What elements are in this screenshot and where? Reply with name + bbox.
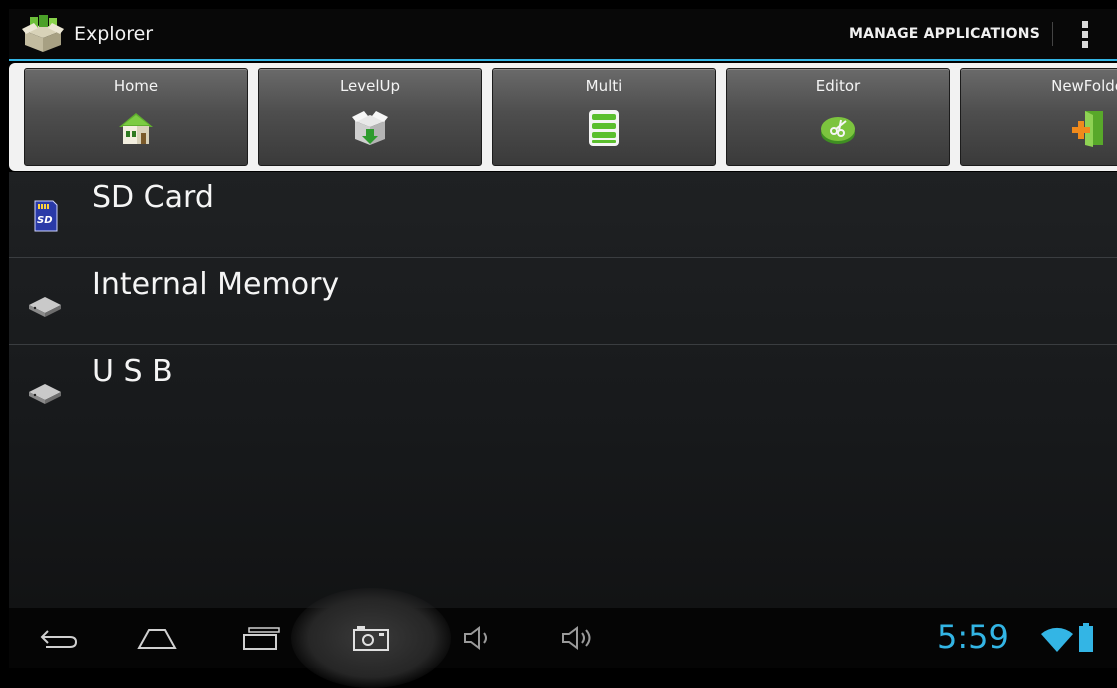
screen: Explorer MANAGE APPLICATIONS Home LevelU… — [0, 0, 1117, 688]
list-item-internal-memory[interactable]: Internal Memory — [9, 259, 1117, 345]
battery-icon — [1079, 623, 1093, 652]
storage-list: SD SD Card Internal Memory U S B — [9, 172, 1117, 608]
new-folder-icon — [1072, 111, 1103, 147]
recent-apps-icon[interactable] — [232, 616, 292, 660]
manage-applications-button[interactable]: MANAGE APPLICATIONS — [837, 9, 1052, 59]
list-item-label: U S B — [92, 354, 173, 389]
list-item-sd-card[interactable]: SD SD Card — [9, 172, 1117, 258]
drive-icon — [29, 384, 61, 404]
tool-label: Multi — [585, 77, 623, 95]
level-up-icon — [352, 111, 388, 145]
list-divider — [9, 257, 1117, 258]
editor-button[interactable]: Editor — [726, 68, 950, 166]
action-bar-divider — [1052, 22, 1053, 46]
volume-down-icon[interactable] — [449, 616, 509, 660]
navigation-bar: 5:59 — [9, 588, 1117, 688]
list-item-label: Internal Memory — [92, 267, 340, 302]
explorer-box-icon[interactable] — [18, 13, 68, 55]
sd-card-icon: SD — [34, 200, 58, 232]
editor-icon — [821, 117, 855, 144]
multi-button[interactable]: Multi — [492, 68, 716, 166]
home-outline-icon[interactable] — [127, 616, 187, 660]
new-folder-button[interactable]: NewFolde — [960, 68, 1117, 166]
levelup-button[interactable]: LevelUp — [258, 68, 482, 166]
list-item-label: SD Card — [92, 180, 214, 215]
volume-up-icon[interactable] — [549, 616, 609, 660]
list-item-usb[interactable]: U S B — [9, 346, 1117, 432]
home-icon — [119, 113, 153, 144]
tool-label: Editor — [815, 77, 861, 95]
back-icon[interactable] — [29, 616, 89, 660]
home-button[interactable]: Home — [24, 68, 248, 166]
drive-icon — [29, 297, 61, 317]
list-divider — [9, 344, 1117, 345]
screenshot-icon[interactable] — [341, 616, 401, 660]
svg-text:SD: SD — [37, 215, 53, 226]
status-clock: 5:59 — [937, 618, 1009, 656]
multi-select-icon — [589, 110, 619, 146]
tool-label: Home — [113, 77, 159, 95]
overflow-menu-icon[interactable] — [1073, 9, 1097, 59]
tool-label: NewFolde — [1051, 77, 1117, 95]
toolbar: Home LevelUp Multi Editor NewFolde — [9, 63, 1117, 171]
tool-label: LevelUp — [339, 77, 401, 95]
app-title: Explorer — [74, 23, 154, 45]
action-bar: Explorer MANAGE APPLICATIONS — [9, 9, 1117, 61]
wifi-icon — [1041, 627, 1073, 652]
